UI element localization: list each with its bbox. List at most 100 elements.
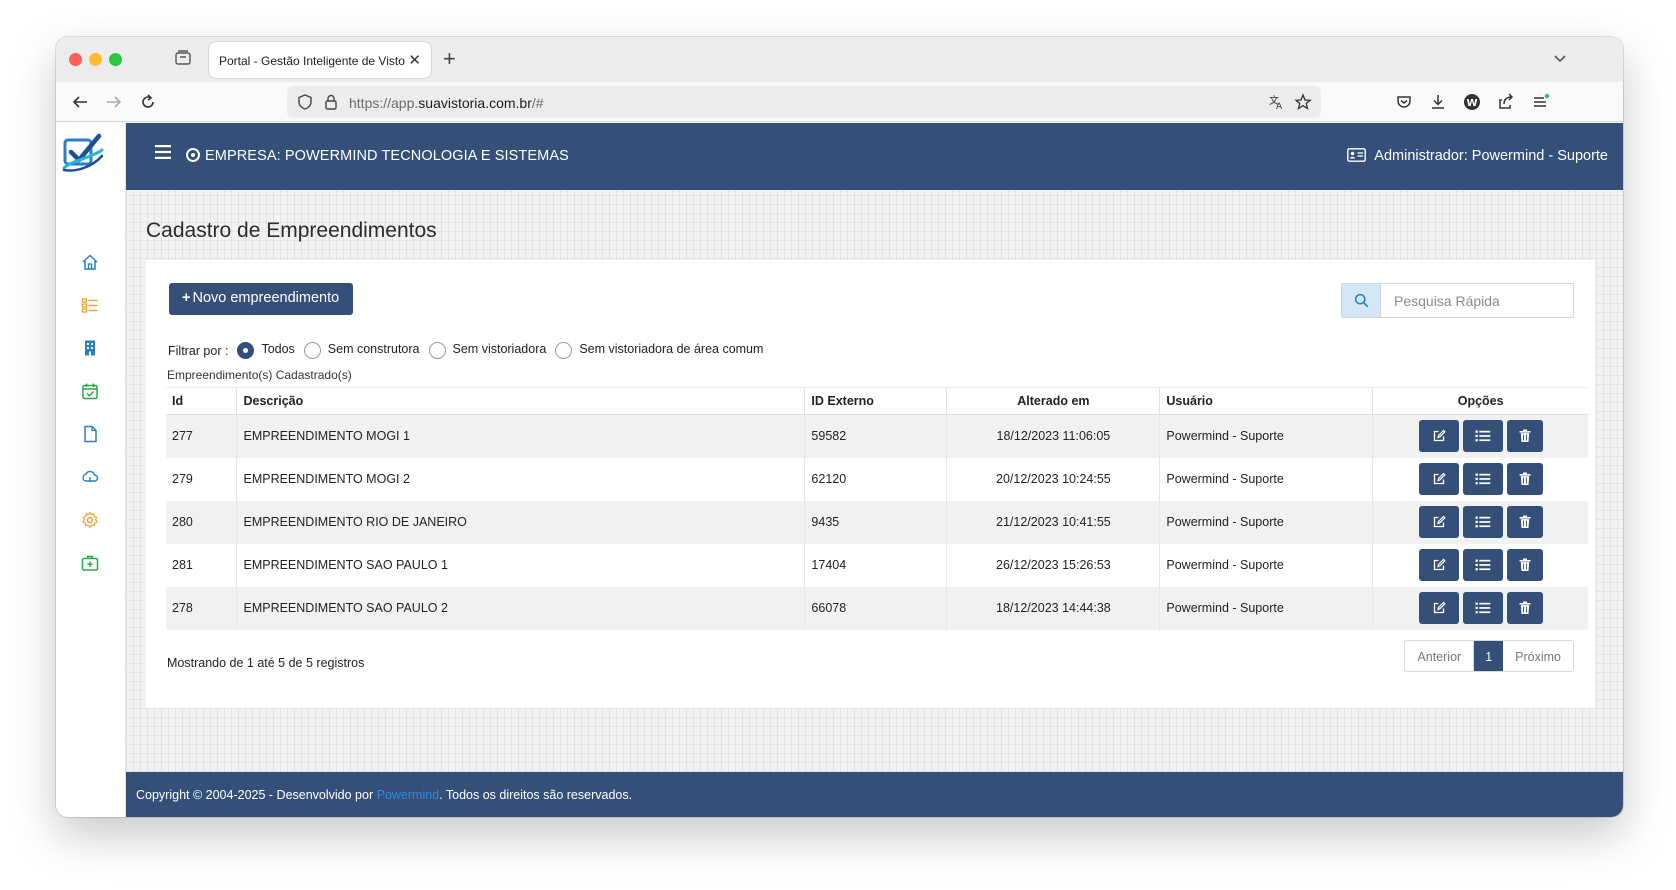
cell-descricao: EMPREENDIMENTO RIO DE JANEIRO — [236, 500, 805, 544]
cell-usuario: Powermind - Suporte — [1159, 500, 1373, 544]
browser-nav-bar: https://app.suavistoria.com.br/# 文 A W — [56, 82, 1623, 122]
share-icon[interactable] — [1496, 92, 1516, 112]
filter-sem-vistoriadora[interactable]: Sem vistoriadora — [428, 339, 546, 359]
pocket-icon[interactable] — [1394, 92, 1414, 112]
reload-icon[interactable] — [138, 92, 158, 112]
forward-arrow-icon[interactable] — [104, 92, 124, 112]
browser-tab[interactable]: Portal - Gestão Inteligente de Vistorias… — [209, 42, 431, 78]
menu-icon[interactable] — [1530, 92, 1550, 112]
bookmark-star-icon[interactable] — [1294, 93, 1312, 111]
target-icon — [186, 148, 200, 162]
cell-id-externo: 9435 — [804, 500, 947, 544]
back-arrow-icon[interactable] — [70, 92, 90, 112]
delete-button[interactable] — [1506, 463, 1543, 495]
app-logo[interactable] — [61, 132, 105, 174]
list-icon[interactable] — [81, 296, 99, 314]
calendar-check-icon[interactable] — [81, 382, 99, 400]
pagination-next[interactable]: Próximo — [1503, 641, 1573, 671]
delete-button[interactable] — [1506, 549, 1543, 581]
new-empreendimento-button[interactable]: + Novo empreendimento — [169, 283, 353, 315]
url-prefix: https://app. — [349, 95, 419, 111]
translate-icon[interactable]: 文 A — [1268, 93, 1286, 111]
search-button[interactable] — [1342, 284, 1381, 317]
edit-button[interactable] — [1418, 420, 1459, 453]
details-list-button[interactable] — [1462, 420, 1503, 453]
footer-powermind-link[interactable]: Powermind — [377, 788, 440, 802]
extension-w-icon[interactable]: W — [1462, 92, 1482, 112]
url-text[interactable]: https://app.suavistoria.com.br/# — [349, 95, 544, 111]
maximize-window-button[interactable] — [109, 53, 122, 66]
quick-search — [1341, 283, 1574, 318]
delete-button[interactable] — [1506, 592, 1543, 624]
company-label: EMPRESA: POWERMIND TECNOLOGIA E SISTEMAS — [205, 148, 569, 164]
footer-copyright: Copyright © 2004-2025 - Desenvolvido por — [136, 788, 377, 802]
cloud-icon[interactable] — [81, 468, 99, 486]
cell-alterado-em: 20/12/2023 10:24:55 — [946, 457, 1160, 501]
app-header: EMPRESA: POWERMIND TECNOLOGIA E SISTEMAS… — [126, 123, 1623, 190]
chevron-down-icon[interactable] — [1552, 50, 1568, 66]
pagination-previous[interactable]: Anterior — [1405, 641, 1475, 671]
cell-id: 277 — [166, 414, 237, 458]
details-list-button[interactable] — [1462, 549, 1503, 581]
edit-button[interactable] — [1418, 463, 1459, 495]
radio-sem-vistoriadora-area-comum[interactable] — [555, 342, 573, 359]
cell-id-externo: 59582 — [804, 414, 947, 458]
user-menu[interactable]: Administrador: Powermind - Suporte — [1347, 148, 1608, 164]
pagination-page-1[interactable]: 1 — [1474, 641, 1504, 671]
shield-icon[interactable] — [296, 93, 314, 111]
close-tab-icon[interactable]: ✕ — [408, 51, 421, 69]
column-header-opcoes: Opções — [1372, 387, 1588, 415]
gear-icon[interactable] — [81, 511, 99, 529]
filter-sem-vistoriadora-area-comum[interactable]: Sem vistoriadora de área comum — [555, 339, 763, 359]
cell-descricao: EMPREENDIMENTO SAO PAULO 1 — [236, 543, 805, 587]
search-input[interactable] — [1382, 284, 1572, 317]
filter-todos[interactable]: Todos — [237, 339, 295, 359]
filter-sem-vistoriadora-area-comum-label: Sem vistoriadora de área comum — [579, 342, 764, 356]
url-domain: suavistoria.com.br — [418, 95, 532, 111]
cell-id-externo: 62120 — [804, 457, 947, 501]
page-title: Cadastro de Empreendimentos — [146, 219, 437, 242]
cell-descricao: EMPREENDIMENTO SAO PAULO 2 — [236, 586, 805, 630]
hamburger-menu-icon[interactable] — [155, 145, 171, 159]
filter-sem-construtora[interactable]: Sem construtora — [303, 339, 420, 359]
close-window-button[interactable] — [69, 53, 82, 66]
details-list-button[interactable] — [1462, 463, 1503, 495]
tab-overview-icon[interactable] — [174, 49, 192, 67]
radio-sem-construtora[interactable] — [303, 342, 321, 359]
cell-id: 281 — [166, 543, 237, 587]
cell-opcoes — [1372, 457, 1588, 501]
radio-todos[interactable] — [237, 342, 255, 359]
column-header-descricao[interactable]: Descrição — [236, 387, 805, 415]
medical-kit-icon[interactable] — [81, 554, 99, 572]
delete-button[interactable] — [1506, 506, 1543, 538]
browser-tab-bar: Portal - Gestão Inteligente de Vistorias… — [56, 37, 1623, 82]
filter-label: Filtrar por : — [168, 343, 229, 358]
radio-sem-vistoriadora[interactable] — [428, 342, 446, 359]
new-tab-icon[interactable]: + — [443, 46, 456, 72]
home-icon[interactable] — [81, 253, 99, 271]
main-content: Cadastro de Empreendimentos + Novo empree… — [126, 190, 1623, 772]
browser-window: Portal - Gestão Inteligente de Vistorias… — [56, 37, 1623, 817]
column-header-id[interactable]: Id — [166, 387, 237, 415]
column-header-alterado-em[interactable]: Alterado em — [946, 387, 1160, 415]
delete-button[interactable] — [1506, 420, 1543, 453]
content-card: +Novo empreendimento Filtrar por : Todos — [146, 260, 1595, 708]
url-bar[interactable]: https://app.suavistoria.com.br/# 文 A — [287, 86, 1321, 118]
details-list-button[interactable] — [1462, 506, 1503, 538]
column-header-usuario[interactable]: Usuário — [1159, 387, 1373, 415]
edit-button[interactable] — [1418, 592, 1459, 624]
edit-button[interactable] — [1418, 549, 1459, 581]
details-list-button[interactable] — [1462, 592, 1503, 624]
column-header-id-externo[interactable]: ID Externo — [804, 387, 947, 415]
cell-alterado-em: 21/12/2023 10:41:55 — [946, 500, 1160, 544]
building-icon[interactable] — [81, 339, 99, 357]
table-row: 281 EMPREENDIMENTO SAO PAULO 1 17404 26/12/… — [166, 543, 1588, 587]
app-sidebar — [56, 123, 126, 817]
lock-icon[interactable] — [322, 93, 340, 111]
document-icon[interactable] — [81, 425, 99, 443]
minimize-window-button[interactable] — [89, 53, 102, 66]
download-icon[interactable] — [1428, 92, 1448, 112]
edit-button[interactable] — [1418, 506, 1459, 538]
svg-text:A: A — [1276, 102, 1283, 111]
cell-usuario: Powermind - Suporte — [1159, 457, 1373, 501]
